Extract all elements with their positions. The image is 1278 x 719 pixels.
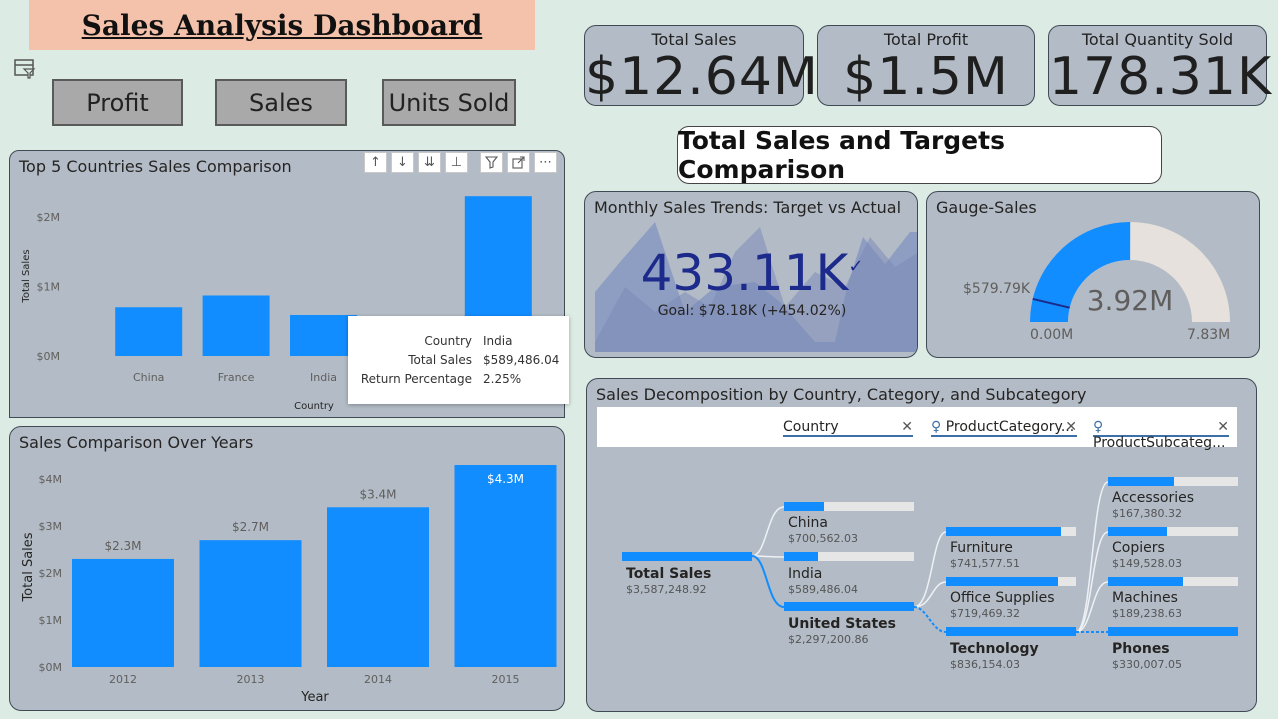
y-axis-label: Total Sales xyxy=(21,249,32,303)
check-icon: ✓ xyxy=(848,256,864,277)
visual-header-toolbar: ↑ ↓ ⇊ ⊥ ⋯ xyxy=(364,152,557,173)
tooltip-label: Country xyxy=(424,334,472,348)
x-tick-label: 2014 xyxy=(364,673,392,686)
profit-button[interactable]: Profit xyxy=(52,79,183,126)
data-label: $3.4M xyxy=(359,487,396,501)
monthly-goal: Goal: $78.18K (+454.02%) xyxy=(657,303,847,319)
tooltip-label: Total Sales xyxy=(408,353,472,367)
y-tick-label: $1M xyxy=(37,280,61,293)
kpi-value: $12.64M xyxy=(585,47,819,107)
decomp-node-machines[interactable]: Machines xyxy=(1112,590,1178,606)
decomp-node-value: $589,486.04 xyxy=(788,583,858,596)
bar-year-2013 xyxy=(199,540,302,667)
decomp-node-value: $836,154.03 xyxy=(950,658,1020,671)
tooltip-value: $589,486.04 xyxy=(483,353,560,367)
gauge-card: Gauge-Sales 3.92M $579.79K 0.00M 7.83M xyxy=(926,191,1260,358)
bar-france xyxy=(202,295,270,356)
decomp-node-china[interactable]: China xyxy=(788,515,828,531)
tooltip-label: Return Percentage xyxy=(360,372,472,386)
gauge-target-label: $579.79K xyxy=(963,281,1031,297)
x-axis-label: Country xyxy=(294,401,334,412)
expand-hierarchy-icon[interactable]: ⊥ xyxy=(445,152,468,173)
kpi-total-quantity: Total Quantity Sold 178.31K xyxy=(1048,25,1273,107)
x-tick-label: France xyxy=(218,371,255,384)
x-tick-label: 2015 xyxy=(492,673,520,686)
decomp-root-name[interactable]: Total Sales xyxy=(626,566,711,582)
decomp-node-value: $189,238.63 xyxy=(1112,607,1182,620)
page-title: Sales Analysis Dashboard xyxy=(81,8,483,42)
x-tick-label: 2013 xyxy=(237,673,265,686)
bar-year-2012 xyxy=(72,558,174,667)
units-sold-button[interactable]: Units Sold xyxy=(382,79,516,126)
decomp-node-office-supplies[interactable]: Office Supplies xyxy=(950,590,1055,606)
focus-mode-icon[interactable] xyxy=(507,152,530,173)
bar-year-2015 xyxy=(454,465,557,667)
decomp-node-furniture[interactable]: Furniture xyxy=(950,540,1013,556)
x-tick-label: China xyxy=(133,371,164,384)
monthly-card-title: Monthly Sales Trends: Target vs Actual xyxy=(594,198,902,217)
decomp-node-value: $719,469.32 xyxy=(950,607,1020,620)
sales-over-years-chart: $0M $1M $2M $3M $4M Total Sales Year $2.3M 2012 $… xyxy=(21,465,557,705)
chart-tooltip: Country India Total Sales $589,486.04 Re… xyxy=(348,316,569,404)
decomp-node-technology[interactable]: Technology xyxy=(950,641,1039,657)
decomp-node-value: $330,007.05 xyxy=(1112,658,1182,671)
decomp-node-india[interactable]: India xyxy=(788,566,822,582)
drill-down-icon[interactable]: ↓ xyxy=(391,152,414,173)
tooltip-value: 2.25% xyxy=(483,372,522,386)
gauge-value: 3.92M xyxy=(1086,284,1174,317)
kpi-total-sales: Total Sales $12.64M xyxy=(584,25,819,107)
tooltip-value: India xyxy=(483,334,513,348)
decomp-node-value: $741,577.51 xyxy=(950,557,1020,570)
filter-pane-icon[interactable] xyxy=(13,58,37,80)
gauge-max: 7.83M xyxy=(1187,327,1231,343)
expand-next-level-icon[interactable]: ⇊ xyxy=(418,152,441,173)
kpi-value: 178.31K xyxy=(1049,47,1273,107)
decomp-root-value: $3,587,248.92 xyxy=(626,583,707,596)
data-label: $2.7M xyxy=(232,520,269,534)
kpi-value: $1.5M xyxy=(843,47,1009,107)
decomp-node-value: $2,297,200.86 xyxy=(788,633,869,646)
drill-up-icon[interactable]: ↑ xyxy=(364,152,387,173)
filter-icon[interactable] xyxy=(480,152,503,173)
x-tick-label: India xyxy=(310,371,337,384)
decomposition-card: Sales Decomposition by Country, Category… xyxy=(586,378,1257,712)
decomp-node-phones[interactable]: Phones xyxy=(1112,641,1170,657)
monthly-sales-card: Monthly Sales Trends: Target vs Actual 4… xyxy=(584,191,918,358)
decomp-node-united-states[interactable]: United States xyxy=(788,616,896,632)
data-label: $2.3M xyxy=(104,539,141,553)
y-tick-label: $2M xyxy=(37,211,61,224)
x-axis-label: Year xyxy=(300,690,329,705)
bar-china xyxy=(115,307,183,356)
more-options-icon[interactable]: ⋯ xyxy=(534,152,557,173)
targets-comparison-title: Total Sales and Targets Comparison xyxy=(678,126,1005,184)
decomp-node-value: $700,562.03 xyxy=(788,532,858,545)
gauge-min: 0.00M xyxy=(1030,327,1074,343)
targets-comparison-banner: Total Sales and Targets Comparison xyxy=(677,126,1162,184)
y-tick-label: $0M xyxy=(37,350,61,363)
sales-over-years-card: Sales Comparison Over Years $0M $1M $2M $3M… xyxy=(9,426,565,711)
y-tick-label: $0M xyxy=(39,661,63,674)
decomp-node-copiers[interactable]: Copiers xyxy=(1112,540,1165,556)
y-tick-label: $3M xyxy=(39,520,63,533)
decomp-node-value: $149,528.03 xyxy=(1112,557,1182,570)
y-tick-label: $4M xyxy=(39,473,63,486)
decomp-node-accessories[interactable]: Accessories xyxy=(1112,490,1194,506)
kpi-total-profit: Total Profit $1.5M xyxy=(817,25,1035,106)
data-label: $4.3M xyxy=(487,472,524,486)
decomp-node-value: $167,380.32 xyxy=(1112,507,1182,520)
y-axis-label: Total Sales xyxy=(21,532,36,602)
x-tick-label: 2012 xyxy=(109,673,137,686)
dashboard-title-banner: Sales Analysis Dashboard xyxy=(29,0,535,50)
bar-year-2014 xyxy=(327,507,429,667)
y-tick-label: $2M xyxy=(39,567,63,580)
monthly-kpi-value: 433.11K✓ xyxy=(640,244,864,302)
y-tick-label: $1M xyxy=(39,614,63,627)
sales-button[interactable]: Sales xyxy=(215,79,347,126)
bar-india xyxy=(290,314,357,356)
